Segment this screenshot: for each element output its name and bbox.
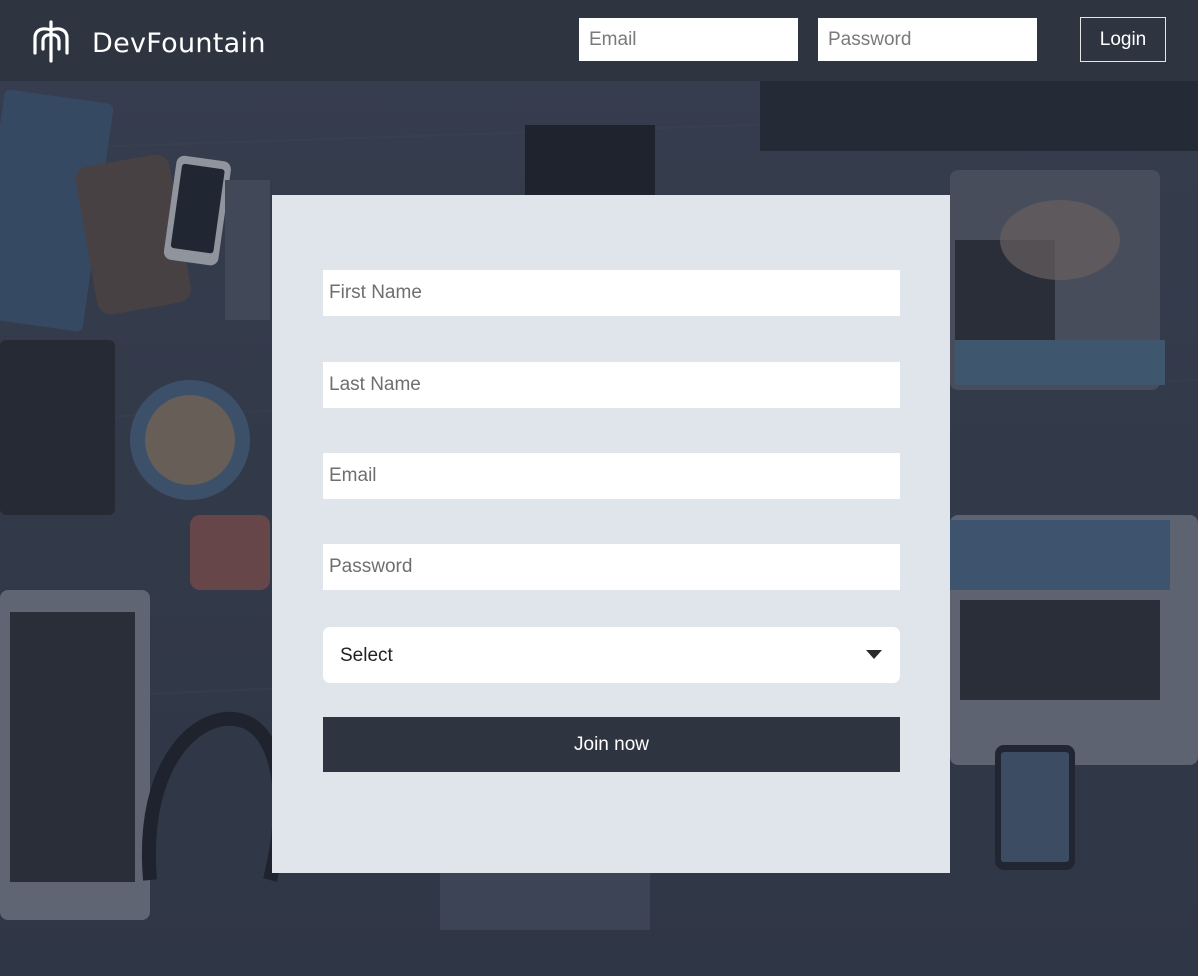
- brand[interactable]: DevFountain: [28, 19, 266, 68]
- login-button[interactable]: Login: [1080, 17, 1166, 62]
- chevron-down-icon: [866, 650, 882, 659]
- header-password-input[interactable]: [818, 18, 1037, 61]
- signup-password-input[interactable]: [323, 544, 900, 590]
- last-name-input[interactable]: [323, 362, 900, 408]
- signup-email-input[interactable]: [323, 453, 900, 499]
- signup-card: Select Join now: [272, 195, 950, 873]
- header-email-input[interactable]: [579, 18, 798, 61]
- join-now-button[interactable]: Join now: [323, 717, 900, 772]
- brand-name: DevFountain: [92, 28, 266, 59]
- fountain-logo-icon: [28, 19, 74, 68]
- first-name-input[interactable]: [323, 270, 900, 316]
- role-select-value: Select: [340, 645, 393, 666]
- role-select[interactable]: Select: [323, 627, 900, 683]
- top-navbar: DevFountain Login: [0, 0, 1198, 81]
